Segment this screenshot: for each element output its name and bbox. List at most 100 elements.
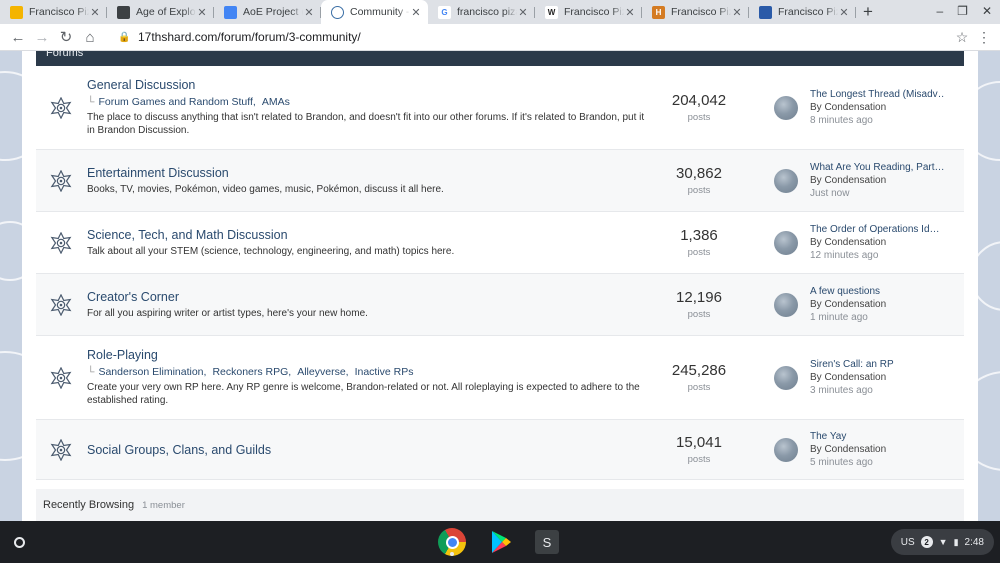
browser-tab[interactable]: W Francisco Pizarro✕ <box>535 0 642 24</box>
subforum-link[interactable]: Reckoners RPG, <box>212 366 291 378</box>
forum-description: The place to discuss anything that isn't… <box>87 112 645 136</box>
forum-title-link[interactable]: Creator's Corner <box>87 290 650 304</box>
close-tab-icon[interactable]: ✕ <box>89 6 101 19</box>
reload-button[interactable]: ↻ <box>54 25 78 49</box>
close-tab-icon[interactable]: ✕ <box>517 6 529 19</box>
close-window-icon[interactable]: ✕ <box>982 4 992 18</box>
launcher-button[interactable] <box>8 531 30 553</box>
forum-stats: 204,042 posts <box>650 66 748 149</box>
wifi-icon: ▼ <box>938 537 948 547</box>
forum-info: General Discussion └ Forum Games and Rando… <box>86 66 650 149</box>
last-post-time: 5 minutes ago <box>810 457 873 468</box>
last-post-time: 1 minute ago <box>810 312 868 323</box>
last-post-author[interactable]: By Condensation <box>810 174 944 187</box>
play-store-app[interactable] <box>485 527 515 557</box>
avatar[interactable] <box>774 168 798 193</box>
docs-icon <box>224 5 237 19</box>
post-count: 15,041 <box>676 434 722 451</box>
subforum-link[interactable]: Alleyverse, <box>297 366 348 378</box>
subforum-link[interactable]: Forum Games and Random Stuff, <box>98 96 255 108</box>
tab-title: Francisco Pizarro <box>564 6 624 18</box>
forum-section-header: Forums <box>36 51 964 66</box>
avatar[interactable] <box>774 437 798 462</box>
avatar[interactable] <box>774 230 798 255</box>
last-post-title-link[interactable]: What Are You Reading, Part… <box>810 161 944 174</box>
last-post-title-link[interactable]: A few questions <box>810 285 886 298</box>
last-post-title-link[interactable]: The Order of Operations Id… <box>810 223 940 236</box>
subforum-link[interactable]: AMAs <box>262 96 290 108</box>
forum-title-link[interactable]: Role-Playing <box>87 348 650 362</box>
subforum-link[interactable]: Inactive RPs <box>355 366 414 378</box>
browser-tab[interactable]: Age of Exploration✕ <box>107 0 214 24</box>
tab-title: Community - 17th Shard <box>350 6 410 18</box>
avatar[interactable] <box>774 292 798 317</box>
forum-icon[interactable] <box>36 420 86 479</box>
last-post-title-link[interactable]: Siren's Call: an RP <box>810 358 894 371</box>
chrome-app[interactable] <box>437 527 467 557</box>
forum-description: Create your very own RP here. Any RP gen… <box>87 382 640 406</box>
status-tray[interactable]: US 2 ▼ ▮ 2:48 <box>890 529 994 555</box>
close-tab-icon[interactable]: ✕ <box>731 6 743 19</box>
browser-menu-icon[interactable]: ⋮ <box>974 29 994 46</box>
browser-tab[interactable]: AoE Project (Chapter)✕ <box>214 0 321 24</box>
forum-row: General Discussion └ Forum Games and Rando… <box>36 66 964 150</box>
minimize-icon[interactable]: – <box>936 4 943 18</box>
home-button[interactable]: ⌂ <box>78 25 102 49</box>
post-count-label: posts <box>687 247 711 258</box>
avatar[interactable] <box>774 365 798 390</box>
browser-tab[interactable]: Francisco Pizarro✕ <box>749 0 856 24</box>
last-post-author[interactable]: By Condensation <box>810 298 886 311</box>
forum-description: Talk about all your STEM (science, techn… <box>87 245 455 257</box>
last-post: The Yay By Condensation 5 minutes ago <box>774 420 964 479</box>
tab-title: AoE Project (Chapter) <box>243 6 303 18</box>
browser-tab[interactable]: Francisco Pizarro✕ <box>0 0 107 24</box>
last-post-title-link[interactable]: The Yay <box>810 430 886 443</box>
new-tab-button[interactable]: + <box>856 0 880 24</box>
close-tab-icon[interactable]: ✕ <box>303 6 315 19</box>
browser-tab[interactable]: Community - 17th Shard✕ <box>321 0 428 24</box>
forum-title-link[interactable]: General Discussion <box>87 78 650 92</box>
s-app[interactable]: S <box>532 527 562 557</box>
wikipedia-icon: W <box>545 5 558 19</box>
back-button[interactable]: ← <box>6 25 30 49</box>
play-store-icon <box>492 531 511 553</box>
content-panel: Forums General Discussion └ Forum Games an… <box>22 51 978 521</box>
section-title: Forums <box>46 51 84 59</box>
subforum-link[interactable]: Sanderson Elimination, <box>98 366 206 378</box>
avatar[interactable] <box>774 95 798 120</box>
browser-tab[interactable]: Gfrancisco pizarro✕ <box>428 0 535 24</box>
forum-icon[interactable] <box>36 336 86 419</box>
last-post-author[interactable]: By Condensation <box>810 101 944 114</box>
browser-tab[interactable]: H Francisco Pizarro✕ <box>642 0 749 24</box>
last-post-title-link[interactable]: The Longest Thread (Misadv… <box>810 88 944 101</box>
tab-title: Francisco Pizarro <box>671 6 731 18</box>
recently-browsing-count[interactable]: 1 member <box>142 500 185 511</box>
post-count: 1,386 <box>680 227 718 244</box>
forum-icon[interactable] <box>36 66 86 149</box>
forum-icon[interactable] <box>36 212 86 273</box>
post-count-label: posts <box>687 309 711 320</box>
last-post-author[interactable]: By Condensation <box>810 236 940 249</box>
restore-icon[interactable]: ❐ <box>957 4 968 18</box>
clock: 2:48 <box>964 536 984 548</box>
forum-icon[interactable] <box>36 274 86 335</box>
browser-toolbar: ← → ↻ ⌂ 🔒 17thshard.com/forum/forum/3-co… <box>0 24 1000 51</box>
page-viewport[interactable]: Forums General Discussion └ Forum Games an… <box>0 51 1000 521</box>
forum-title-link[interactable]: Social Groups, Clans, and Guilds <box>87 443 650 457</box>
forward-button[interactable]: → <box>30 25 54 49</box>
notification-count-badge: 2 <box>920 536 933 548</box>
bookmark-star-icon[interactable]: ☆ <box>950 25 974 49</box>
close-tab-icon[interactable]: ✕ <box>196 6 208 19</box>
os-shelf: S US 2 ▼ ▮ 2:48 <box>0 521 1000 563</box>
forum-icon[interactable] <box>36 150 86 211</box>
last-post-author[interactable]: By Condensation <box>810 443 886 456</box>
address-bar[interactable]: 🔒 17thshard.com/forum/forum/3-community/ <box>110 26 950 48</box>
close-tab-icon[interactable]: ✕ <box>410 6 422 19</box>
forum-title-link[interactable]: Entertainment Discussion <box>87 166 650 180</box>
close-tab-icon[interactable]: ✕ <box>838 6 850 19</box>
launcher-icon <box>13 536 25 548</box>
last-post-author[interactable]: By Condensation <box>810 371 894 384</box>
close-tab-icon[interactable]: ✕ <box>624 6 636 19</box>
lock-icon: 🔒 <box>118 31 131 43</box>
forum-title-link[interactable]: Science, Tech, and Math Discussion <box>87 228 650 242</box>
